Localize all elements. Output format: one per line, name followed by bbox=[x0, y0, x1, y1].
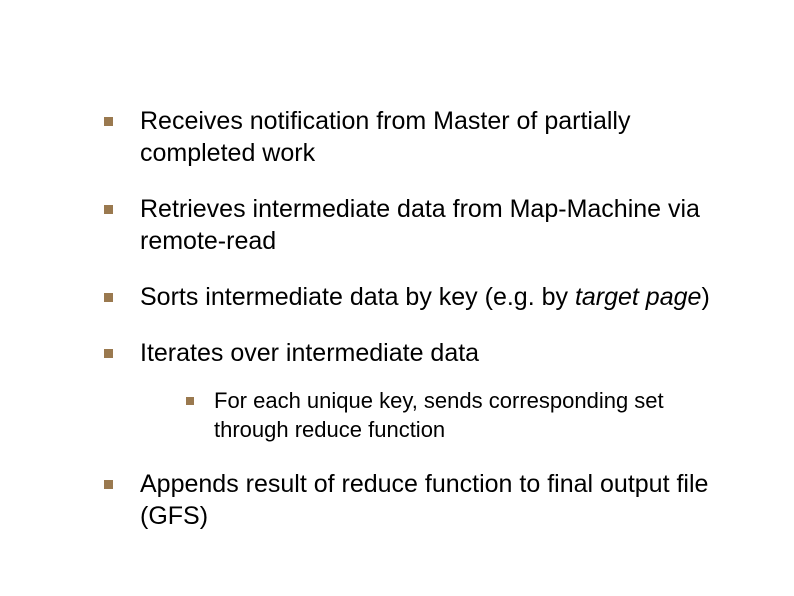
sub-bullet-item: For each unique key, sends corresponding… bbox=[168, 387, 744, 444]
bullet-text: Receives notification from Master of par… bbox=[140, 107, 630, 167]
bullet-text: Appends result of reduce function to fin… bbox=[140, 470, 708, 530]
bullet-text-italic: target page bbox=[575, 283, 702, 311]
bullet-item: Sorts intermediate data by key (e.g. by … bbox=[90, 281, 744, 313]
sub-bullet-text: For each unique key, sends corresponding… bbox=[214, 388, 664, 442]
bullet-text: Iterates over intermediate data bbox=[140, 339, 479, 367]
bullet-text: Sorts intermediate data by key (e.g. by bbox=[140, 283, 575, 311]
sub-bullet-list: For each unique key, sends corresponding… bbox=[168, 387, 744, 444]
bullet-item: Receives notification from Master of par… bbox=[90, 105, 744, 169]
bullet-item: Iterates over intermediate data For each… bbox=[90, 337, 744, 444]
bullet-list: Receives notification from Master of par… bbox=[90, 105, 744, 532]
bullet-text: Retrieves intermediate data from Map-Mac… bbox=[140, 195, 700, 255]
bullet-item: Retrieves intermediate data from Map-Mac… bbox=[90, 193, 744, 257]
bullet-text: ) bbox=[701, 283, 709, 311]
slide-content: Receives notification from Master of par… bbox=[0, 0, 794, 596]
bullet-item: Appends result of reduce function to fin… bbox=[90, 468, 744, 532]
